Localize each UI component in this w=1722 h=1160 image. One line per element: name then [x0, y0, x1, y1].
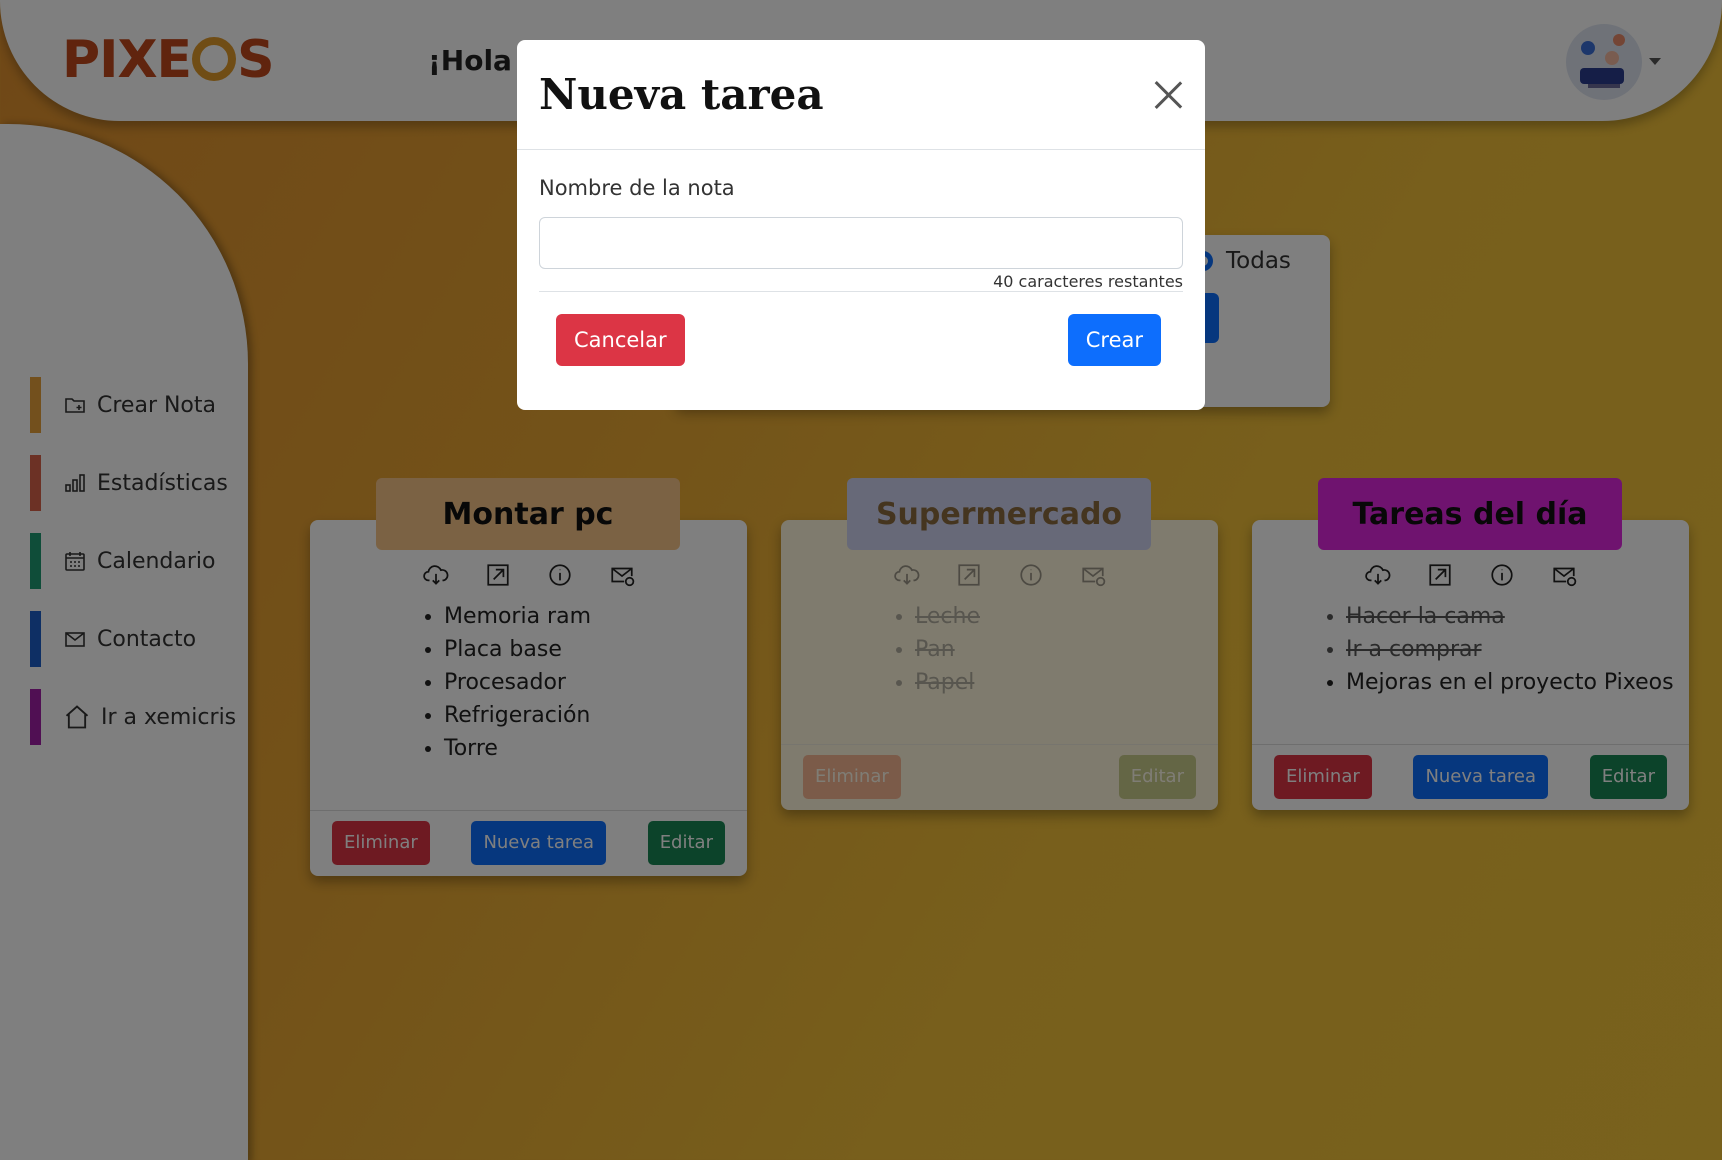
modal-header: Nueva tarea — [517, 40, 1205, 150]
note-name-label: Nombre de la nota — [539, 176, 735, 200]
char-counter: 40 caracteres restantes — [993, 272, 1183, 291]
modal-title: Nueva tarea — [539, 70, 824, 119]
cancel-button[interactable]: Cancelar — [556, 314, 685, 366]
modal-divider — [539, 291, 1183, 292]
close-icon[interactable] — [1153, 80, 1183, 110]
note-name-input[interactable] — [539, 217, 1183, 269]
create-button[interactable]: Crear — [1067, 314, 1161, 366]
new-task-modal: Nueva tarea Nombre de la nota 40 caracte… — [517, 40, 1205, 410]
